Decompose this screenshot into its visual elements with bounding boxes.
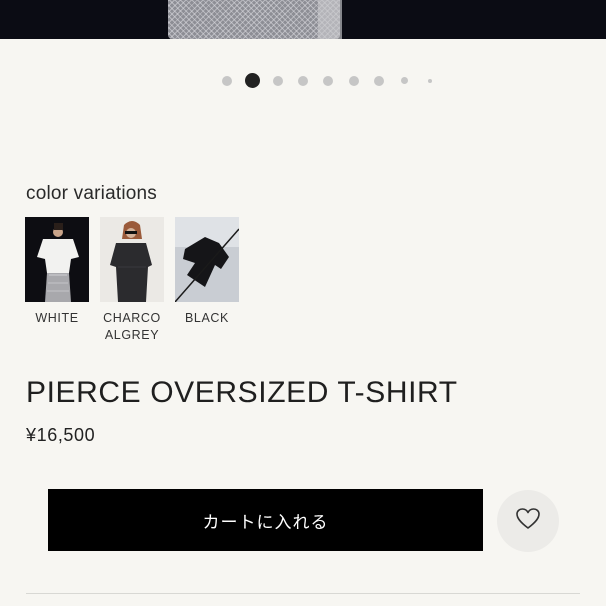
carousel-pagination bbox=[0, 73, 606, 89]
swatch-label: WHITE bbox=[35, 311, 79, 325]
carousel-dot[interactable] bbox=[349, 76, 359, 86]
color-swatch-charcoalgrey[interactable]: CHARCO ALGREY bbox=[100, 217, 164, 344]
product-price: ¥16,500 bbox=[26, 425, 96, 445]
carousel-dot[interactable] bbox=[374, 76, 384, 86]
product-title: PIERCE OVERSIZED T-SHIRT bbox=[26, 376, 458, 409]
carousel-dot[interactable] bbox=[298, 76, 308, 86]
favorite-button[interactable] bbox=[497, 490, 559, 552]
carousel-dot[interactable] bbox=[428, 79, 432, 83]
add-to-cart-button[interactable]: カートに入れる bbox=[48, 489, 483, 551]
divider bbox=[26, 593, 580, 594]
swatch-image-charcoalgrey bbox=[100, 217, 164, 302]
carousel-dot[interactable] bbox=[273, 76, 283, 86]
heart-icon bbox=[515, 507, 541, 536]
product-image-banner[interactable] bbox=[0, 0, 606, 39]
model-arm-image bbox=[318, 0, 342, 39]
swatch-label: BLACK bbox=[185, 311, 229, 325]
color-swatch-white[interactable]: WHITE bbox=[25, 217, 89, 327]
swatch-image-black bbox=[175, 217, 239, 302]
carousel-dot-active[interactable] bbox=[245, 73, 260, 88]
swatch-image-white bbox=[25, 217, 89, 302]
carousel-dot[interactable] bbox=[323, 76, 333, 86]
carousel-dot[interactable] bbox=[401, 77, 408, 84]
color-variations-heading: color variations bbox=[26, 183, 157, 204]
carousel-dot[interactable] bbox=[222, 76, 232, 86]
swatch-label: CHARCO ALGREY bbox=[103, 311, 161, 342]
mesh-garment-image bbox=[168, 0, 340, 39]
color-swatch-black[interactable]: BLACK bbox=[175, 217, 239, 327]
